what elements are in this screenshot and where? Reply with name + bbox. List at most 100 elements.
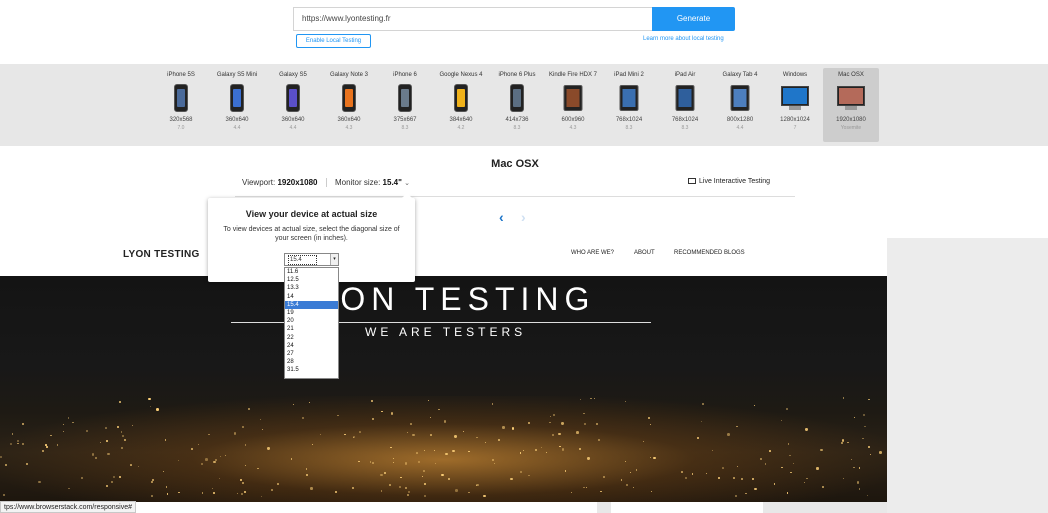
city-light	[277, 482, 279, 485]
city-light	[549, 421, 551, 423]
screen-size-option[interactable]: 19	[285, 309, 338, 317]
city-light	[558, 432, 561, 435]
monitor-size-toggle[interactable]: Monitor size: 15.4" ⌄	[335, 178, 410, 187]
learn-more-link[interactable]: Learn more about local testing	[643, 36, 724, 42]
city-light	[454, 435, 457, 438]
device-name: Kindle Fire HDX 7	[548, 72, 598, 78]
screen-size-option[interactable]: 27	[285, 350, 338, 358]
device-galaxy-tab-4[interactable]: Galaxy Tab 4 800x1280 4.4	[712, 68, 768, 142]
city-light	[208, 433, 210, 436]
chevron-right-icon[interactable]: ›	[521, 209, 526, 225]
city-light	[519, 452, 521, 454]
city-light	[803, 481, 805, 483]
site-menu-about[interactable]: ABOUT	[634, 250, 655, 256]
device-resolution: 360x640	[281, 117, 305, 123]
site-menu-who-are-we[interactable]: WHO ARE WE?	[571, 250, 614, 256]
city-light	[241, 493, 243, 495]
city-light	[118, 475, 121, 478]
device-mac-osx[interactable]: Mac OSX 1920x1080 Yosemite	[823, 68, 879, 142]
city-light	[851, 458, 853, 460]
device-iphone-5s[interactable]: iPhone 5S 320x568 7.0	[153, 68, 209, 142]
city-light	[858, 488, 861, 490]
city-light	[107, 452, 110, 456]
device-os-version: 4.3	[345, 125, 353, 131]
city-light	[404, 486, 407, 489]
screen-size-option[interactable]: 14	[285, 293, 338, 301]
city-light	[418, 460, 421, 463]
device-iphone-6-plus[interactable]: iPhone 6 Plus 414x736 8.3	[489, 68, 545, 142]
screen-size-select[interactable]: 15.4 ▾	[284, 253, 339, 266]
live-interactive-testing-link[interactable]: Live Interactive Testing	[688, 178, 770, 185]
city-light	[156, 408, 159, 411]
device-name: iPhone 6	[393, 72, 417, 78]
city-light	[585, 486, 588, 489]
city-light	[267, 447, 270, 450]
city-light	[380, 473, 383, 477]
device-os-version: Yosemite	[840, 125, 862, 131]
city-light	[511, 427, 514, 430]
screen-size-option[interactable]: 13.3	[285, 284, 338, 292]
city-light	[118, 400, 121, 403]
screen-size-option[interactable]: 24	[285, 342, 338, 350]
chevron-left-icon[interactable]: ‹	[499, 209, 504, 225]
site-menu-recommended-blogs[interactable]: RECOMMENDED BLOGS	[674, 250, 745, 256]
city-light	[820, 448, 823, 452]
tablet-icon	[712, 84, 768, 114]
city-light	[769, 449, 772, 452]
device-os-version: 8.3	[513, 125, 521, 131]
city-light	[491, 458, 494, 462]
screen-size-option[interactable]: 11.6	[285, 268, 338, 276]
device-os-version: 4.2	[457, 125, 465, 131]
city-light	[11, 433, 14, 435]
device-ipad-mini-2[interactable]: iPad Mini 2 768x1024 8.3	[601, 68, 657, 142]
device-os-version: 7	[793, 125, 797, 131]
url-input[interactable]: https://www.lyontesting.fr	[293, 7, 653, 31]
city-light	[95, 457, 97, 459]
device-windows[interactable]: Windows 1280x1024 7	[767, 68, 823, 142]
screen-size-option[interactable]: 21	[285, 325, 338, 333]
city-light	[445, 452, 448, 456]
chevron-down-icon: ⌄	[404, 180, 411, 187]
device-galaxy-s5-mini[interactable]: Galaxy S5 Mini 360x640 4.4	[209, 68, 265, 142]
city-light	[427, 399, 429, 402]
city-light	[534, 448, 538, 452]
screen-size-option[interactable]: 12.5	[285, 276, 338, 284]
chevron-down-icon[interactable]: ▾	[330, 254, 338, 265]
screen-size-option[interactable]: 15.4	[285, 300, 338, 309]
phone-icon	[265, 84, 321, 114]
device-resolution: 384x640	[449, 117, 473, 123]
phone-icon	[489, 84, 545, 114]
city-light	[681, 471, 683, 473]
device-galaxy-s5[interactable]: Galaxy S5 360x640 4.4	[265, 68, 321, 142]
device-ipad-air[interactable]: iPad Air 768x1024 8.3	[657, 68, 713, 142]
device-iphone-6[interactable]: iPhone 6 375x667 8.3	[377, 68, 433, 142]
screen-size-option[interactable]: 28	[285, 358, 338, 366]
device-google-nexus-4[interactable]: Google Nexus 4 384x640 4.2	[433, 68, 489, 142]
device-kindle-fire-hdx-7[interactable]: Kindle Fire HDX 7 600x960 4.3	[545, 68, 601, 142]
site-logo[interactable]: LYON TESTING	[123, 249, 200, 260]
device-strip: iPhone 5S 320x568 7.0 Galaxy S5 Mini 360x640…	[0, 64, 1048, 146]
popup-description: To view devices at actual size, select t…	[223, 226, 400, 242]
city-light	[399, 486, 401, 488]
screen-size-option[interactable]: 22	[285, 334, 338, 342]
city-light	[740, 477, 743, 480]
device-galaxy-note-3[interactable]: Galaxy Note 3 360x640 4.3	[321, 68, 377, 142]
city-light	[468, 491, 470, 494]
city-light	[520, 470, 522, 473]
city-light	[452, 449, 455, 453]
city-light	[430, 433, 432, 436]
screen-size-option[interactable]: 31.5	[285, 366, 338, 374]
generate-button[interactable]: Generate	[652, 7, 735, 31]
phone-icon	[153, 84, 209, 114]
city-light	[201, 492, 204, 494]
device-name: Galaxy Note 3	[329, 72, 369, 78]
city-light	[148, 397, 151, 401]
city-light	[587, 457, 590, 460]
city-light	[868, 398, 870, 400]
city-light	[68, 487, 70, 489]
screen-size-option[interactable]: 20	[285, 317, 338, 325]
city-light	[842, 397, 845, 399]
city-light	[151, 494, 153, 497]
enable-local-testing-button[interactable]: Enable Local Testing	[296, 34, 371, 48]
monitor-size-label: Monitor size:	[334, 178, 381, 187]
